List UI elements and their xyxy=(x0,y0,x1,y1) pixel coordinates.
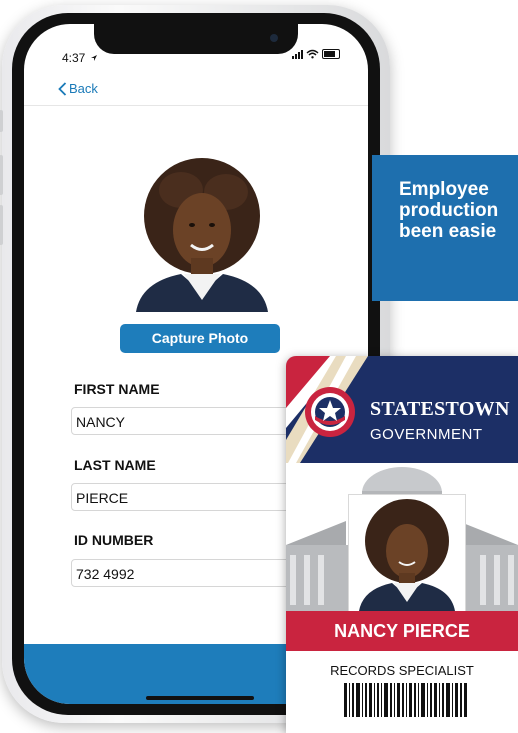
capture-photo-button[interactable]: Capture Photo xyxy=(120,324,280,353)
state-seal-icon xyxy=(305,387,355,437)
battery-icon xyxy=(322,49,340,59)
camera-dot xyxy=(270,34,278,42)
promo-line: been easie xyxy=(399,221,497,242)
id-card: STATESTOWN GOVERNMENT NANCY PIERCE RECOR… xyxy=(286,356,518,733)
first-name-label: FIRST NAME xyxy=(74,381,160,397)
promo-banner: Employee production been easie xyxy=(372,155,518,301)
back-label: Back xyxy=(69,81,98,96)
back-button[interactable]: Back xyxy=(58,81,98,96)
nav-divider xyxy=(24,105,368,106)
volume-up-button xyxy=(0,155,3,195)
notch xyxy=(94,24,298,54)
location-arrow-icon xyxy=(90,55,97,61)
id-number-label: ID NUMBER xyxy=(74,532,154,548)
card-org-name: STATESTOWN xyxy=(370,398,510,420)
volume-down-button xyxy=(0,205,3,245)
card-name-bar: NANCY PIERCE xyxy=(286,611,518,651)
mute-switch xyxy=(0,110,3,132)
employee-photo xyxy=(121,150,283,312)
wifi-icon xyxy=(306,49,319,59)
card-header: STATESTOWN GOVERNMENT xyxy=(286,356,518,463)
card-job-title: RECORDS SPECIALIST xyxy=(330,663,474,678)
card-photo xyxy=(348,494,466,612)
status-time: 4:37 xyxy=(62,51,98,65)
home-indicator xyxy=(146,696,254,700)
last-name-label: LAST NAME xyxy=(74,457,156,473)
card-org-sub: GOVERNMENT xyxy=(370,426,483,443)
status-time-text: 4:37 xyxy=(62,51,86,65)
chevron-left-icon xyxy=(58,81,67,96)
status-icons xyxy=(292,49,340,59)
promo-text: Employee production been easie xyxy=(399,179,518,242)
barcode-icon xyxy=(344,683,467,717)
promo-line: Employee xyxy=(399,179,489,200)
promo-line: production xyxy=(399,200,499,221)
cellular-signal-icon xyxy=(292,49,303,59)
